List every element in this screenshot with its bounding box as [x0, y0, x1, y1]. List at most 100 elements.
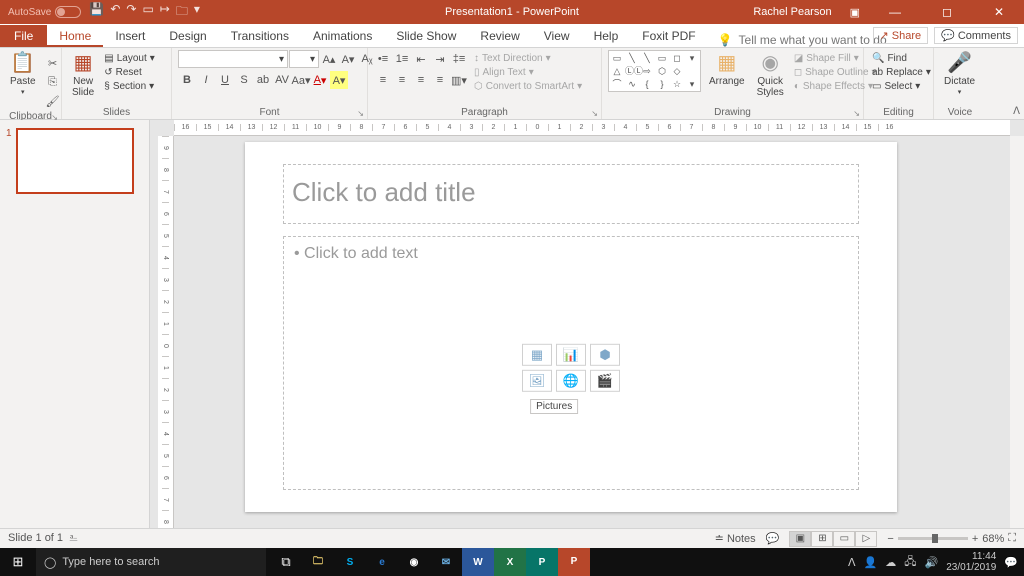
start-button[interactable]: ⊞: [0, 554, 36, 570]
user-name[interactable]: Rachel Pearson: [753, 6, 831, 18]
font-launcher[interactable]: ↘: [357, 109, 364, 118]
reset-button[interactable]: ↺ Reset: [102, 66, 157, 79]
action-center-icon[interactable]: 💬: [1004, 556, 1018, 569]
touch-mode-icon[interactable]: ↦: [160, 2, 170, 23]
tab-insert[interactable]: Insert: [103, 25, 157, 47]
notes-button[interactable]: ≐ Notes: [715, 532, 756, 545]
align-left-button[interactable]: ≡: [374, 71, 392, 89]
decrease-indent-button[interactable]: ⇤: [412, 50, 430, 68]
tab-design[interactable]: Design: [157, 25, 218, 47]
task-view-button[interactable]: ⧉: [270, 548, 302, 576]
normal-view-button[interactable]: ▣: [789, 531, 811, 547]
zoom-level[interactable]: 68%: [982, 533, 1004, 545]
tab-help[interactable]: Help: [582, 25, 631, 47]
clock[interactable]: 11:4423/01/2019: [946, 551, 996, 573]
increase-indent-button[interactable]: ⇥: [431, 50, 449, 68]
font-size-combo[interactable]: ▾: [289, 50, 319, 68]
dictate-button[interactable]: 🎤Dictate▾: [940, 50, 979, 99]
spellcheck-icon[interactable]: ⎁: [69, 532, 78, 544]
zoom-slider[interactable]: [898, 537, 968, 540]
slideshow-view-button[interactable]: ▷: [855, 531, 877, 547]
change-case-button[interactable]: Aa▾: [292, 71, 310, 89]
cut-button[interactable]: ✂: [44, 54, 62, 72]
content-placeholder[interactable]: • Click to add text ▦ 📊 ⬢ 🖼 🌐 🎬 Pictures: [283, 236, 859, 490]
zoom-out-button[interactable]: −: [887, 533, 893, 545]
share-button[interactable]: ↗ Share: [873, 27, 929, 44]
insert-pictures-icon[interactable]: 🖼: [522, 370, 552, 392]
layout-button[interactable]: ▤ Layout ▾: [102, 52, 157, 65]
app-chrome[interactable]: ◉: [398, 548, 430, 576]
replace-button[interactable]: ab Replace ▾: [870, 66, 933, 79]
align-center-button[interactable]: ≡: [393, 71, 411, 89]
app-explorer[interactable]: 🗀: [302, 548, 334, 576]
line-spacing-button[interactable]: ‡≡: [450, 50, 468, 68]
font-color-button[interactable]: A▾: [311, 71, 329, 89]
insert-table-icon[interactable]: ▦: [522, 344, 552, 366]
undo-icon[interactable]: ↶: [110, 2, 120, 23]
onedrive-icon[interactable]: ☁: [885, 556, 896, 569]
zoom-control[interactable]: − + 68% ⛶: [887, 532, 1016, 545]
autosave-toggle[interactable]: AutoSave: [8, 6, 81, 18]
columns-button[interactable]: ▥▾: [450, 71, 468, 89]
tab-review[interactable]: Review: [468, 25, 531, 47]
shadow-button[interactable]: S: [235, 71, 253, 89]
quick-styles-button[interactable]: ◉Quick Styles: [753, 50, 788, 100]
minimize-button[interactable]: —: [878, 5, 912, 19]
decrease-font-button[interactable]: A▾: [339, 50, 357, 68]
ribbon-options-icon[interactable]: ▣: [850, 6, 860, 19]
network-icon[interactable]: 🖧: [904, 553, 916, 572]
taskbar-search[interactable]: ◯ Type here to search: [36, 548, 266, 576]
collapse-ribbon-button[interactable]: ᐱ: [1013, 106, 1020, 117]
bold-button[interactable]: B: [178, 71, 196, 89]
tab-home[interactable]: Home: [47, 25, 103, 47]
insert-chart-icon[interactable]: 📊: [556, 344, 586, 366]
numbering-button[interactable]: 1≡: [393, 50, 411, 68]
section-button[interactable]: § Section ▾: [102, 80, 157, 93]
select-button[interactable]: ▭ Select ▾: [870, 80, 933, 93]
copy-button[interactable]: ⎘: [44, 73, 62, 91]
convert-smartart-button[interactable]: ⬡ Convert to SmartArt ▾: [472, 80, 584, 93]
volume-icon[interactable]: 🔊: [925, 556, 939, 569]
text-direction-button[interactable]: ↕ Text Direction ▾: [472, 52, 584, 65]
underline-button[interactable]: U: [216, 71, 234, 89]
bullets-button[interactable]: •≡: [374, 50, 392, 68]
comments-button[interactable]: 💬 Comments: [934, 27, 1018, 44]
font-name-combo[interactable]: ▾: [178, 50, 288, 68]
slide-thumbnail-panel[interactable]: 1: [0, 120, 150, 536]
strikethrough-button[interactable]: ab: [254, 71, 272, 89]
open-icon[interactable]: 🗀: [176, 2, 188, 23]
tray-chevron-icon[interactable]: ᐱ: [848, 556, 856, 569]
tab-transitions[interactable]: Transitions: [219, 25, 301, 47]
align-text-button[interactable]: ▯ Align Text ▾: [472, 66, 584, 79]
tab-view[interactable]: View: [532, 25, 582, 47]
vertical-scrollbar[interactable]: [1010, 136, 1024, 536]
increase-font-button[interactable]: A▴: [320, 50, 338, 68]
save-icon[interactable]: 💾: [89, 2, 104, 23]
find-button[interactable]: 🔍 Find: [870, 52, 933, 65]
slide-sorter-button[interactable]: ⊞: [811, 531, 833, 547]
app-powerpoint[interactable]: P: [558, 548, 590, 576]
new-slide-button[interactable]: ▦New Slide: [68, 50, 98, 100]
tell-me-search[interactable]: 💡 Tell me what you want to do: [718, 33, 887, 47]
italic-button[interactable]: I: [197, 71, 215, 89]
tab-animations[interactable]: Animations: [301, 25, 384, 47]
tab-slideshow[interactable]: Slide Show: [384, 25, 468, 47]
app-excel[interactable]: X: [494, 548, 526, 576]
insert-online-pictures-icon[interactable]: 🌐: [556, 370, 586, 392]
app-word[interactable]: W: [462, 548, 494, 576]
tab-foxit[interactable]: Foxit PDF: [630, 25, 707, 47]
start-from-beginning-icon[interactable]: ▭: [142, 2, 153, 23]
slide[interactable]: Click to add title • Click to add text ▦…: [245, 142, 897, 512]
format-painter-button[interactable]: 🖌: [44, 92, 62, 110]
title-placeholder[interactable]: Click to add title: [283, 164, 859, 224]
app-publisher[interactable]: P: [526, 548, 558, 576]
shapes-gallery[interactable]: ▭╲╲▭◻▾ △ⓁⓁ⇨⬡◇ ⌒∿{}☆▾: [608, 50, 701, 92]
fit-to-window-button[interactable]: ⛶: [1008, 532, 1016, 545]
app-mail[interactable]: ✉: [430, 548, 462, 576]
drawing-launcher[interactable]: ↘: [853, 109, 860, 118]
tab-file[interactable]: File: [0, 25, 47, 47]
app-edge[interactable]: e: [366, 548, 398, 576]
maximize-button[interactable]: ◻: [930, 5, 964, 19]
align-right-button[interactable]: ≡: [412, 71, 430, 89]
app-skype[interactable]: S: [334, 548, 366, 576]
